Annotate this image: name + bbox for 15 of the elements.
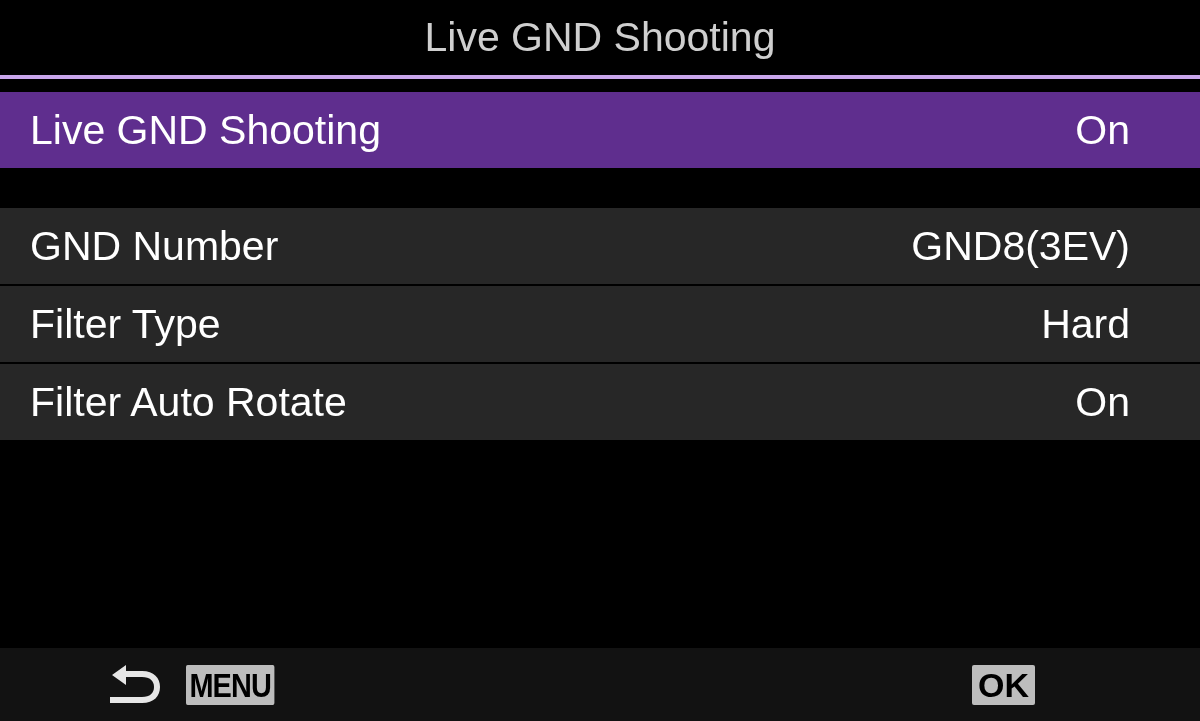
- item-value: On: [1075, 381, 1130, 423]
- item-value: GND8(3EV): [911, 225, 1130, 267]
- menu-item[interactable]: Filter Type Hard: [0, 286, 1200, 362]
- item-label: Filter Auto Rotate: [30, 381, 347, 423]
- menu-item[interactable]: Live GND Shooting On: [0, 92, 1200, 168]
- menu-item[interactable]: GND Number GND8(3EV): [0, 208, 1200, 284]
- ok-key[interactable]: OK: [972, 664, 1035, 705]
- item-value: Hard: [1041, 303, 1130, 345]
- item-label: Filter Type: [30, 303, 221, 345]
- menu-key[interactable]: MENU: [186, 664, 275, 705]
- menu-item[interactable]: Filter Auto Rotate On: [0, 364, 1200, 440]
- item-label: Live GND Shooting: [30, 109, 381, 151]
- item-value: On: [1075, 109, 1130, 151]
- screen-title: Live GND Shooting: [424, 17, 776, 58]
- item-label: GND Number: [30, 225, 279, 267]
